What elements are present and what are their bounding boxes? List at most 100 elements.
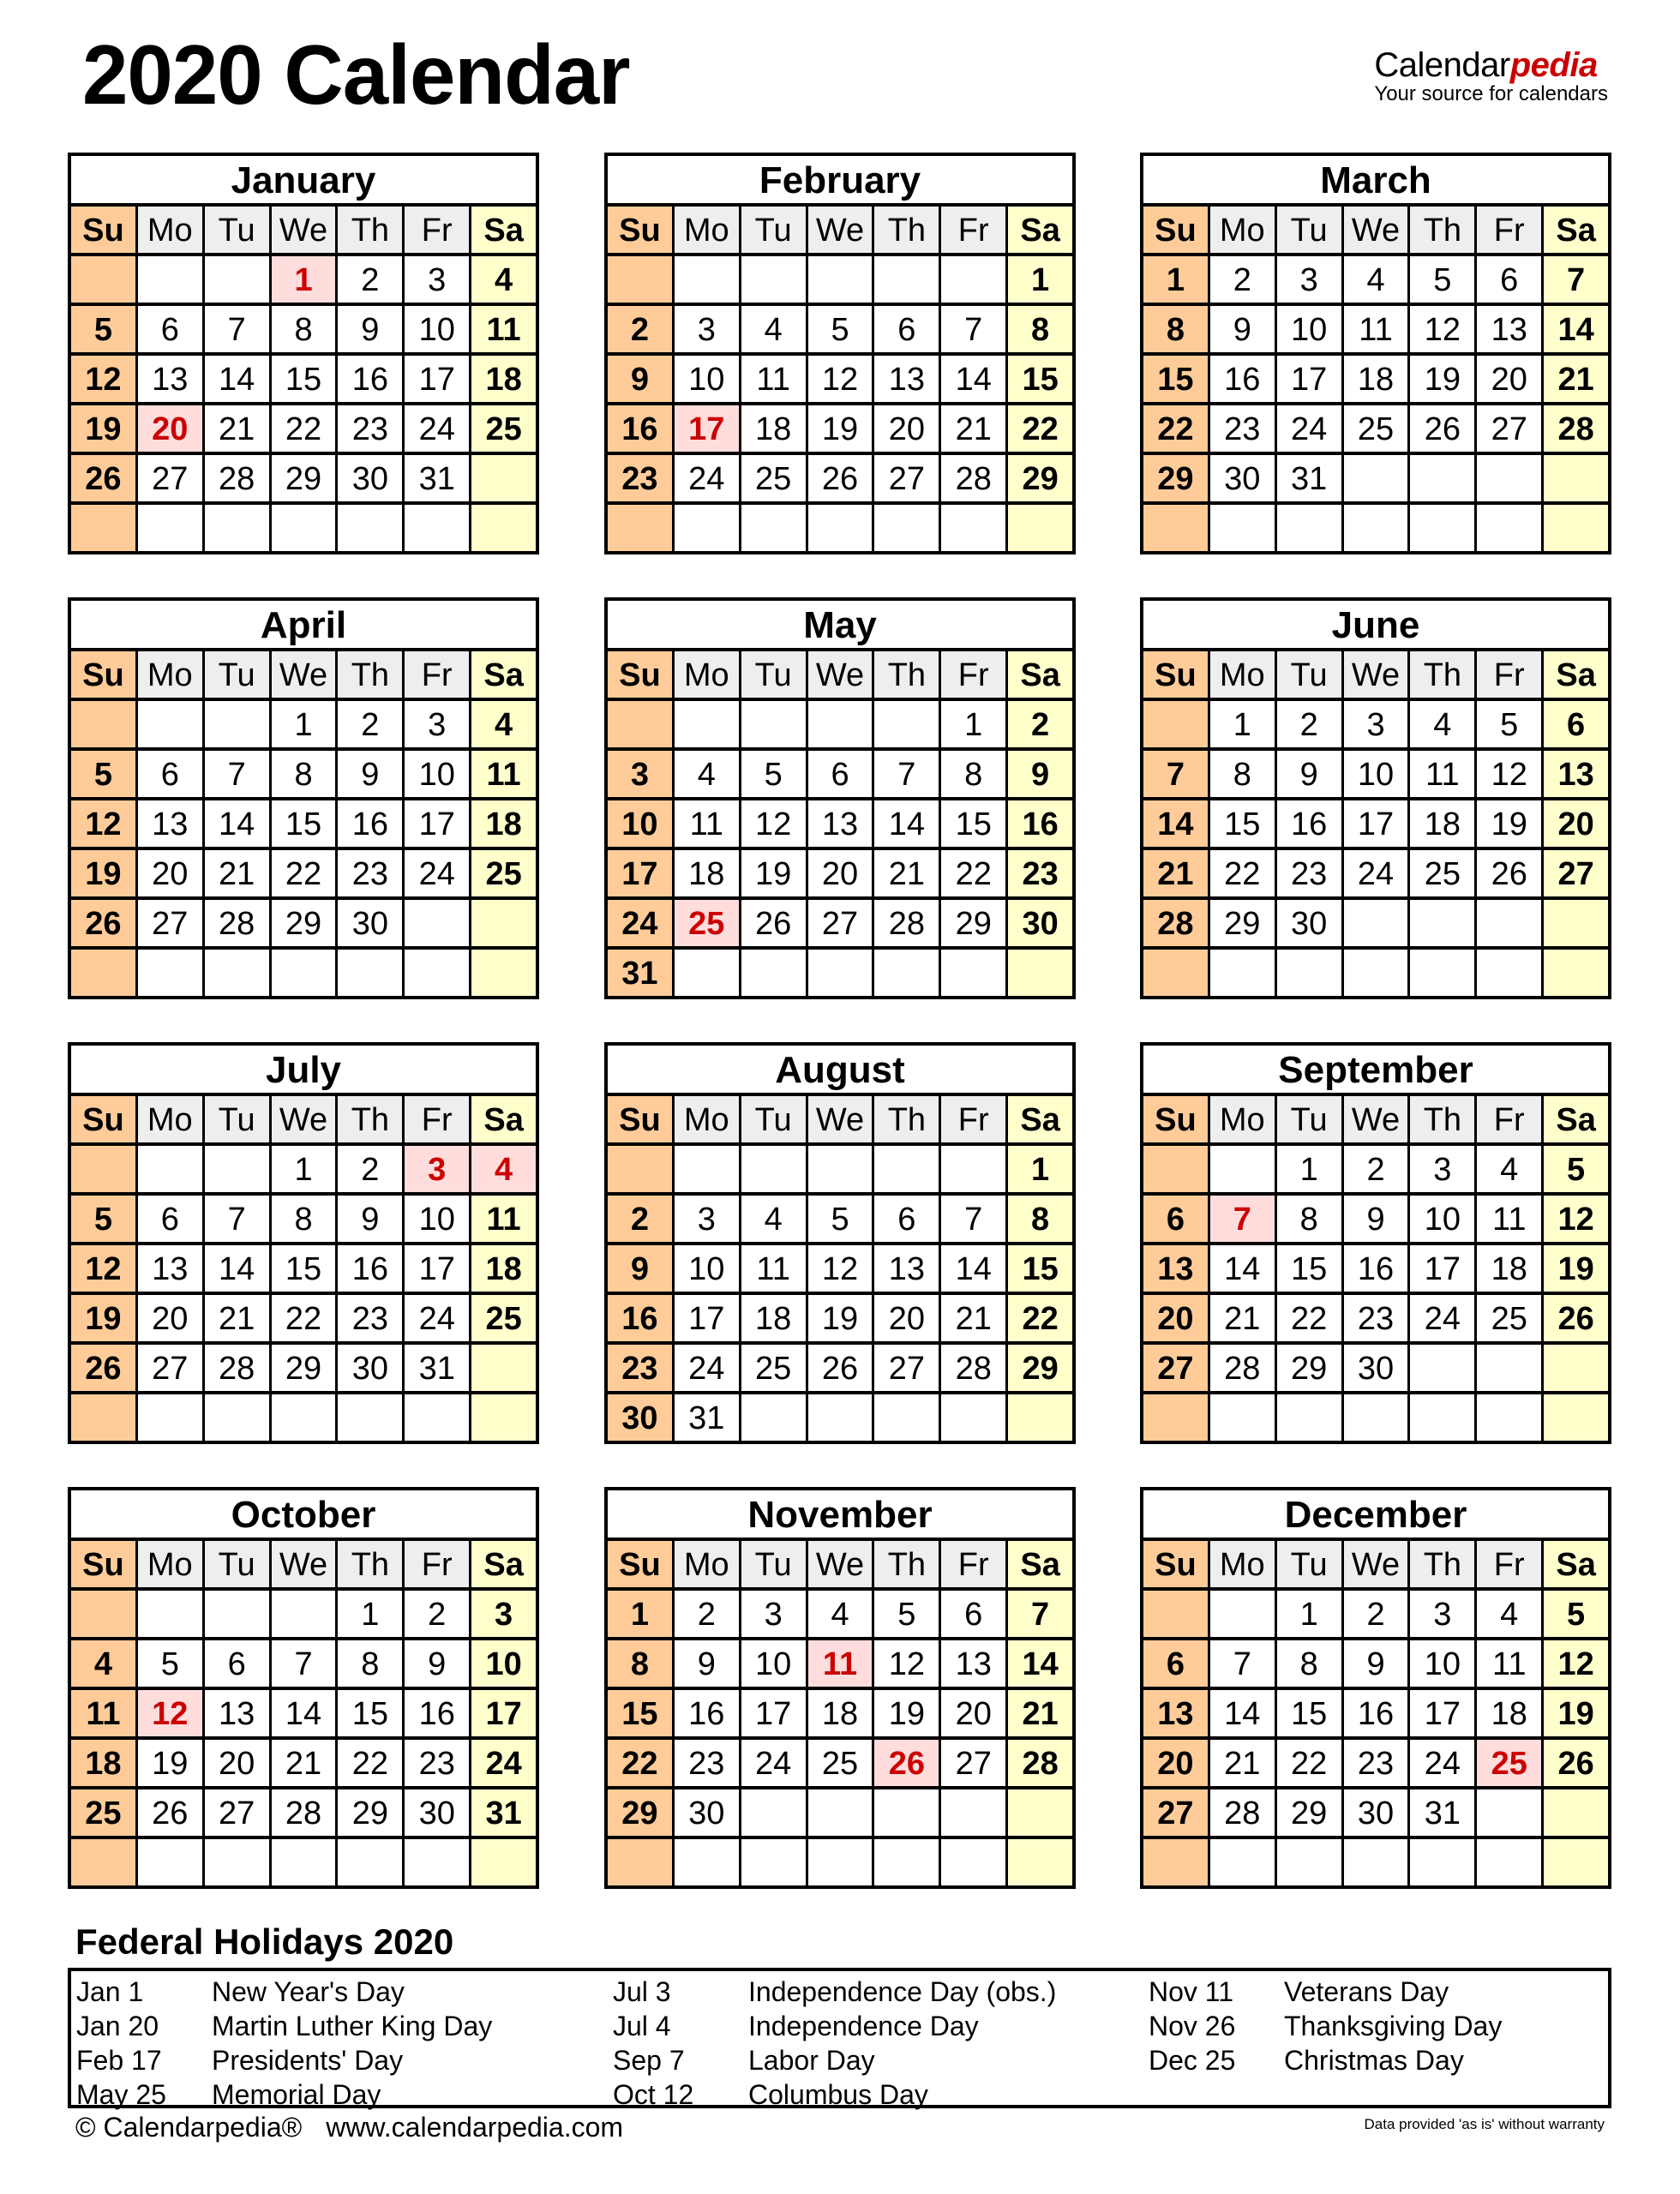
day-cell: 30 (338, 455, 405, 501)
day-cell: 20 (1544, 800, 1609, 847)
day-cell: 30 (1343, 1789, 1411, 1836)
day-cell: 9 (1209, 306, 1277, 352)
day-cell: 4 (1410, 701, 1478, 747)
day-cell: 16 (1343, 1245, 1411, 1292)
empty-day-cell (204, 1839, 272, 1885)
brand-logo[interactable]: Calendarpedia Your source for calendars (1374, 48, 1608, 105)
day-cell: 4 (471, 256, 537, 303)
empty-day-cell (741, 1789, 808, 1836)
day-cell: 20 (874, 405, 942, 452)
day-cell: 26 (137, 1789, 205, 1836)
weekday-header-we: We (271, 207, 339, 253)
empty-day-cell (204, 1394, 272, 1441)
day-cell: 18 (741, 405, 808, 452)
day-cell: 3 (405, 256, 472, 303)
empty-day-cell (874, 256, 942, 303)
holiday-name: Christmas Day (1284, 2045, 1464, 2076)
day-cell: 17 (1410, 1690, 1478, 1736)
empty-day-cell (1544, 455, 1609, 501)
day-cell: 4 (471, 701, 537, 747)
empty-day-cell (405, 505, 472, 551)
day-cell: 29 (941, 900, 1009, 946)
weekday-header-sa: Sa (1544, 1096, 1609, 1142)
day-cell: 26 (1544, 1295, 1609, 1341)
holiday-day-cell: 20 (137, 405, 205, 452)
day-cell: 1 (1008, 256, 1073, 303)
week-row: 29 30 (608, 1789, 1073, 1839)
day-cell: 11 (1477, 1640, 1545, 1687)
empty-day-cell (471, 950, 537, 996)
day-cell: 6 (1544, 701, 1609, 747)
day-cell: 16 (608, 1295, 675, 1341)
empty-day-cell (71, 1146, 138, 1192)
day-cell: 12 (741, 800, 808, 847)
day-cell: 29 (271, 455, 339, 501)
day-cell: 5 (874, 1591, 942, 1637)
day-cell: 8 (1276, 1640, 1344, 1687)
weekday-header-tu: Tu (741, 207, 808, 253)
day-cell: 2 (338, 1146, 405, 1192)
weekday-header-row: Su Mo Tu We Th Fr Sa (71, 207, 537, 256)
day-cell: 14 (941, 1245, 1009, 1292)
week-row: 16 17 18 19 20 21 22 (608, 1295, 1073, 1345)
week-row: 8 9 10 11 12 13 14 (1143, 306, 1609, 356)
week-row: 26 27 28 29 30 31 (71, 1345, 537, 1394)
week-row: 20 21 22 23 24 25 26 (1143, 1295, 1609, 1345)
week-row: 15 16 17 18 19 20 21 (608, 1690, 1073, 1740)
weekday-header-mo: Mo (674, 1096, 741, 1142)
weekday-header-fr: Fr (941, 1541, 1009, 1587)
day-cell: 31 (471, 1789, 537, 1836)
day-cell: 6 (204, 1640, 272, 1687)
empty-day-cell (1143, 1839, 1210, 1885)
day-cell: 16 (674, 1690, 741, 1736)
week-row: 27 28 29 30 (1143, 1345, 1609, 1394)
day-cell: 13 (1143, 1690, 1210, 1736)
empty-day-cell (1477, 505, 1545, 551)
empty-day-cell (741, 1394, 808, 1441)
empty-day-cell (71, 1394, 138, 1441)
day-cell: 28 (1544, 405, 1609, 452)
empty-day-cell (338, 1839, 405, 1885)
day-cell: 19 (71, 405, 138, 452)
day-cell: 29 (608, 1789, 675, 1836)
week-row: 1234 (71, 1146, 537, 1196)
empty-day-cell (137, 1146, 205, 1192)
empty-day-cell (807, 1146, 875, 1192)
month-title: March (1143, 156, 1608, 207)
day-cell: 15 (1008, 1245, 1073, 1292)
footer-url-link[interactable]: www.calendarpedia.com (326, 2112, 623, 2143)
day-cell: 21 (941, 1295, 1009, 1341)
empty-day-cell (741, 1146, 808, 1192)
day-cell: 23 (674, 1740, 741, 1786)
day-cell: 31 (608, 950, 675, 996)
day-cell: 30 (405, 1789, 472, 1836)
empty-day-cell (1276, 1839, 1344, 1885)
day-cell: 30 (1008, 900, 1073, 946)
weekday-header-mo: Mo (137, 207, 205, 253)
weekday-header-tu: Tu (741, 1541, 808, 1587)
day-cell: 23 (1343, 1295, 1411, 1341)
day-cell: 25 (471, 850, 537, 896)
day-cell: 11 (1477, 1196, 1545, 1242)
month-calendar-march: March Su Mo Tu We Th Fr Sa 1 2 3 4 5 6 7 8 9 10 11 12 13 14 15… (1140, 153, 1611, 554)
weekday-header-row: Su Mo Tu We Th Fr Sa (1143, 1096, 1609, 1146)
day-cell: 1 (271, 1146, 339, 1192)
weekday-header-tu: Tu (741, 1096, 808, 1142)
day-cell: 5 (71, 751, 138, 797)
day-cell: 9 (405, 1640, 472, 1687)
brand-tagline: Your source for calendars (1374, 82, 1608, 105)
weekday-header-tu: Tu (1276, 1096, 1344, 1142)
empty-day-cell (807, 1394, 875, 1441)
day-cell: 3 (471, 1591, 537, 1637)
day-cell: 21 (271, 1740, 339, 1786)
empty-day-cell (471, 900, 537, 946)
month-calendar-april: April Su Mo Tu We Th Fr Sa 1 2 3 4 5 6 7 8 9 10 11 12 13 14 15… (68, 597, 539, 999)
day-cell: 5 (1410, 256, 1478, 303)
day-cell: 7 (1143, 751, 1210, 797)
day-cell: 27 (1477, 405, 1545, 452)
empty-day-cell (1410, 505, 1478, 551)
day-cell: 20 (1143, 1740, 1210, 1786)
empty-day-cell (338, 505, 405, 551)
week-row: 12 13 14 15 16 17 18 (71, 800, 537, 850)
day-cell: 14 (874, 800, 942, 847)
